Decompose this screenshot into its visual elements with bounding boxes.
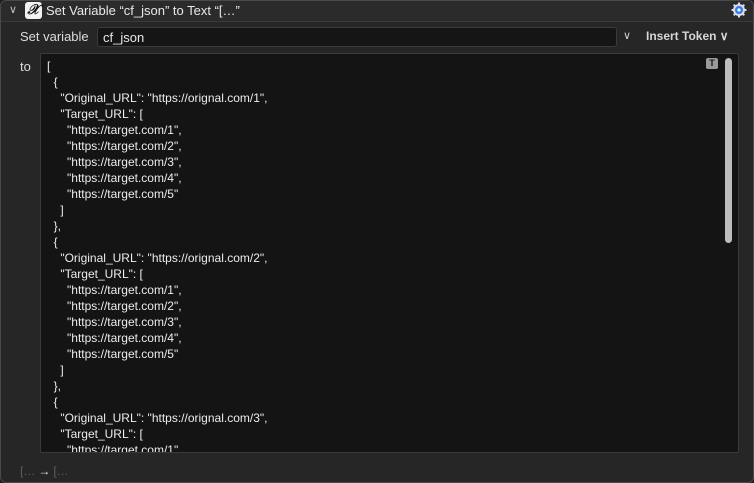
variable-popup-chevron-icon[interactable]: ∨ — [623, 29, 631, 42]
text-value-content[interactable]: [ { "Original_URL": "https://orignal.com… — [47, 58, 267, 452]
set-variable-label: Set variable — [20, 29, 89, 44]
summary-to: [… — [53, 464, 69, 478]
action-panel: ∨ 𝒳 Set Variable “cf_json” to Text “[…” — [0, 0, 754, 483]
scrollbar-thumb[interactable] — [725, 58, 732, 243]
gear-icon[interactable] — [731, 2, 747, 18]
variable-row: Set variable cf_json ∨ Insert Token ∨ — [1, 27, 753, 49]
action-titlebar[interactable]: ∨ 𝒳 Set Variable “cf_json” to Text “[…” — [1, 1, 753, 22]
to-label: to — [20, 59, 31, 74]
variable-name-field[interactable]: cf_json — [97, 27, 617, 47]
action-title: Set Variable “cf_json” to Text “[…” — [46, 3, 240, 18]
collapse-chevron-icon[interactable]: ∨ — [7, 4, 19, 16]
text-value-field[interactable]: [ { "Original_URL": "https://orignal.com… — [40, 53, 739, 453]
summary-from: [… — [20, 464, 36, 478]
text-token-icon[interactable]: T — [706, 58, 718, 69]
action-summary: [… → [… — [20, 464, 69, 478]
insert-token-button[interactable]: Insert Token ∨ — [646, 29, 729, 43]
vertical-scrollbar[interactable] — [724, 56, 734, 448]
arrow-right-icon: → — [38, 464, 51, 478]
variable-x-icon: 𝒳 — [25, 2, 42, 19]
